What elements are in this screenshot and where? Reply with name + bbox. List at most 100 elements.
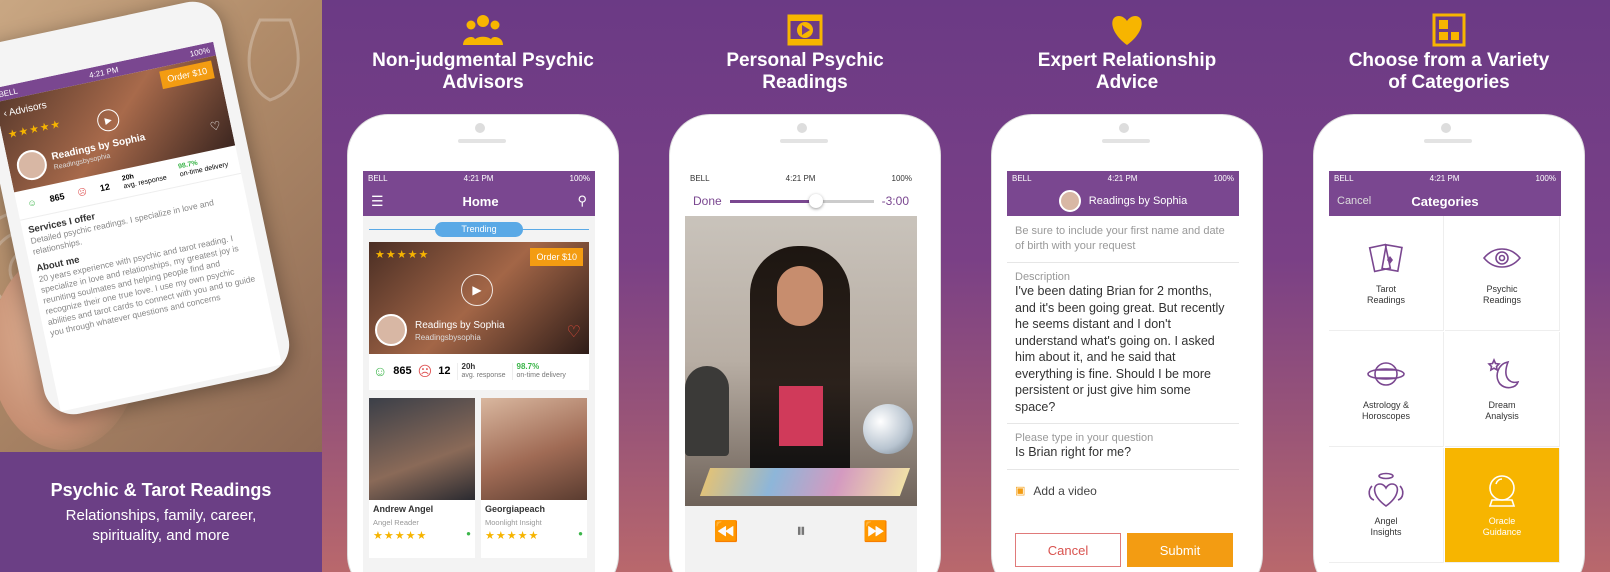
- menu-icon[interactable]: ☰: [371, 193, 384, 210]
- status-time: 4:21 PM: [463, 174, 494, 183]
- advisor-handle: Readingsbysophia: [415, 333, 481, 342]
- categories-screen: BELL 4:21 PM 100% Cancel Categories Taro…: [1329, 171, 1561, 572]
- happy-face-icon: ☺: [373, 363, 388, 379]
- advisor-tag: Moonlight Insight: [485, 518, 542, 527]
- pause-icon[interactable]: ⏸: [796, 520, 806, 543]
- reader-top: [779, 386, 823, 446]
- category-label-line1: Psychic: [1486, 284, 1518, 294]
- description-field[interactable]: Description I've been dating Brian for 2…: [1007, 263, 1239, 424]
- panel-title-line2: Readings: [762, 72, 848, 93]
- advisor-tile[interactable]: Andrew Angel Angel Reader ★★★★★ ●: [369, 398, 475, 558]
- description-label: Description: [1015, 271, 1071, 283]
- sad-count: 12: [98, 181, 111, 194]
- video-scrubber[interactable]: [729, 193, 874, 208]
- moon-star-icon: [1487, 357, 1520, 389]
- play-icon[interactable]: ▶: [95, 107, 122, 134]
- hero-subtitle-line1: Relationships, family, career,: [65, 507, 257, 524]
- favorite-heart-icon[interactable]: ♡: [209, 118, 222, 134]
- angel-heart-icon: [1368, 472, 1404, 507]
- fast-forward-icon[interactable]: ⏩: [863, 519, 888, 544]
- online-dot-icon: ●: [578, 529, 583, 538]
- category-psychic[interactable]: Psychic Readings: [1445, 216, 1560, 331]
- advisor-avatar: [1058, 190, 1081, 212]
- favorite-heart-icon[interactable]: ♡: [567, 322, 581, 342]
- trending-tab[interactable]: Trending: [435, 222, 523, 237]
- status-time: 4:21 PM: [785, 174, 816, 183]
- advice-panel: Expert Relationship Advice BELL 4:21 PM …: [966, 0, 1288, 572]
- tarot-cards: [699, 468, 911, 496]
- category-tarot[interactable]: Tarot Readings: [1329, 216, 1444, 331]
- done-button[interactable]: Done: [693, 194, 722, 208]
- panel-title-line2: Advice: [1095, 72, 1159, 93]
- submit-button[interactable]: Submit: [1127, 533, 1233, 567]
- phone-frame: BELL 4:21 PM 100% Cancel Categories Taro…: [1314, 115, 1584, 572]
- order-button[interactable]: Order $10: [530, 248, 583, 266]
- crystal-ball-icon: [1488, 475, 1516, 507]
- advisor-name: Andrew Angel: [373, 504, 434, 514]
- add-video-button[interactable]: ▣ Add a video: [1007, 469, 1239, 512]
- status-battery: 100%: [1535, 174, 1556, 183]
- advisor-avatar: [14, 147, 50, 183]
- advisor-tag: Angel Reader: [373, 518, 419, 527]
- planet-icon: [1367, 362, 1405, 386]
- reader-face: [777, 266, 823, 326]
- back-button[interactable]: ‹ Advisors: [3, 100, 48, 120]
- grid-icon: [1432, 13, 1466, 47]
- advisor-tile[interactable]: Georgiapeach Moonlight Insight ★★★★★ ●: [481, 398, 587, 558]
- heart-icon: [1112, 16, 1142, 45]
- category-label-line1: Angel: [1374, 516, 1398, 526]
- time-remaining: -3:00: [881, 194, 909, 208]
- rewind-icon[interactable]: ⏪: [714, 519, 739, 544]
- description-text: I've been dating Brian for 2 months, and…: [1015, 284, 1225, 414]
- category-angel[interactable]: Angel Insights: [1329, 448, 1444, 563]
- hero-subtitle-line2: spirituality, and more: [92, 527, 230, 544]
- response-label: avg. response: [461, 371, 506, 379]
- category-label-line1: Tarot: [1375, 284, 1396, 294]
- status-carrier: BELL: [1334, 174, 1354, 183]
- online-dot-icon: ●: [466, 529, 471, 538]
- video-frame: [685, 216, 917, 506]
- question-field[interactable]: Please type in your question Is Brian ri…: [1007, 424, 1239, 470]
- advisor-name: Georgiapeach: [485, 504, 546, 514]
- phone-frame: BELL 4:21 PM 100% ☰ Home ⚲ Trending ★★★★…: [348, 115, 618, 572]
- panel-title-line1: Personal Psychic: [726, 50, 884, 71]
- advisor-name: Readings by Sophia: [1088, 195, 1188, 207]
- category-grid: Tarot Readings Psychic Readings Astrology …: [1329, 216, 1561, 572]
- rating-stars: ★★★★★: [373, 530, 428, 542]
- search-icon[interactable]: ⚲: [577, 193, 587, 209]
- back-label: Advisors: [7, 99, 48, 119]
- happy-face-icon: ☺: [26, 197, 38, 209]
- category-dream[interactable]: Dream Analysis: [1445, 332, 1560, 447]
- buddha-statue: [685, 366, 729, 456]
- play-icon[interactable]: ▶: [461, 274, 493, 306]
- video-small-icon: ▣: [1015, 485, 1026, 497]
- panel-title-line2: Advisors: [442, 72, 524, 93]
- panel-title: Choose from a Variety of Categories: [1288, 50, 1610, 94]
- people-icon: [463, 15, 503, 45]
- cancel-button[interactable]: Cancel: [1015, 533, 1121, 567]
- category-oracle[interactable]: Oracle Guidance: [1445, 448, 1560, 563]
- panel-title-line1: Choose from a Variety: [1348, 50, 1550, 71]
- panel-title: Personal Psychic Readings: [644, 50, 966, 94]
- category-label-line2: Horoscopes: [1361, 411, 1411, 421]
- rating-stars: ★★★★★: [375, 249, 430, 261]
- question-label: Please type in your question: [1015, 432, 1154, 444]
- status-carrier: BELL: [690, 174, 710, 183]
- crystal-ball: [863, 404, 913, 454]
- categories-panel: Choose from a Variety of Categories BELL…: [1288, 0, 1610, 572]
- advisor-name: Readings by Sophia: [415, 320, 505, 331]
- hero-subtitle: Relationships, family, career, spiritual…: [0, 506, 322, 546]
- category-astrology[interactable]: Astrology & Horoscopes: [1329, 332, 1444, 447]
- status-time: 4:21 PM: [1107, 174, 1138, 183]
- panel-title-line1: Non-judgmental Psychic: [372, 50, 594, 71]
- advisor-photo: [369, 398, 475, 500]
- order-button[interactable]: Order $10: [159, 60, 215, 90]
- category-label-line2: Readings: [1366, 295, 1406, 305]
- add-video-label: Add a video: [1033, 483, 1097, 498]
- sad-face-icon: ☹: [417, 362, 433, 379]
- cancel-link[interactable]: Cancel: [1337, 195, 1371, 207]
- featured-advisor-card[interactable]: ★★★★★ Order $10 ▶ Readings by Sophia Rea…: [369, 242, 589, 390]
- scrubber-knob[interactable]: [809, 193, 824, 208]
- status-battery: 100%: [1213, 174, 1234, 183]
- advisor-avatar: [375, 314, 407, 346]
